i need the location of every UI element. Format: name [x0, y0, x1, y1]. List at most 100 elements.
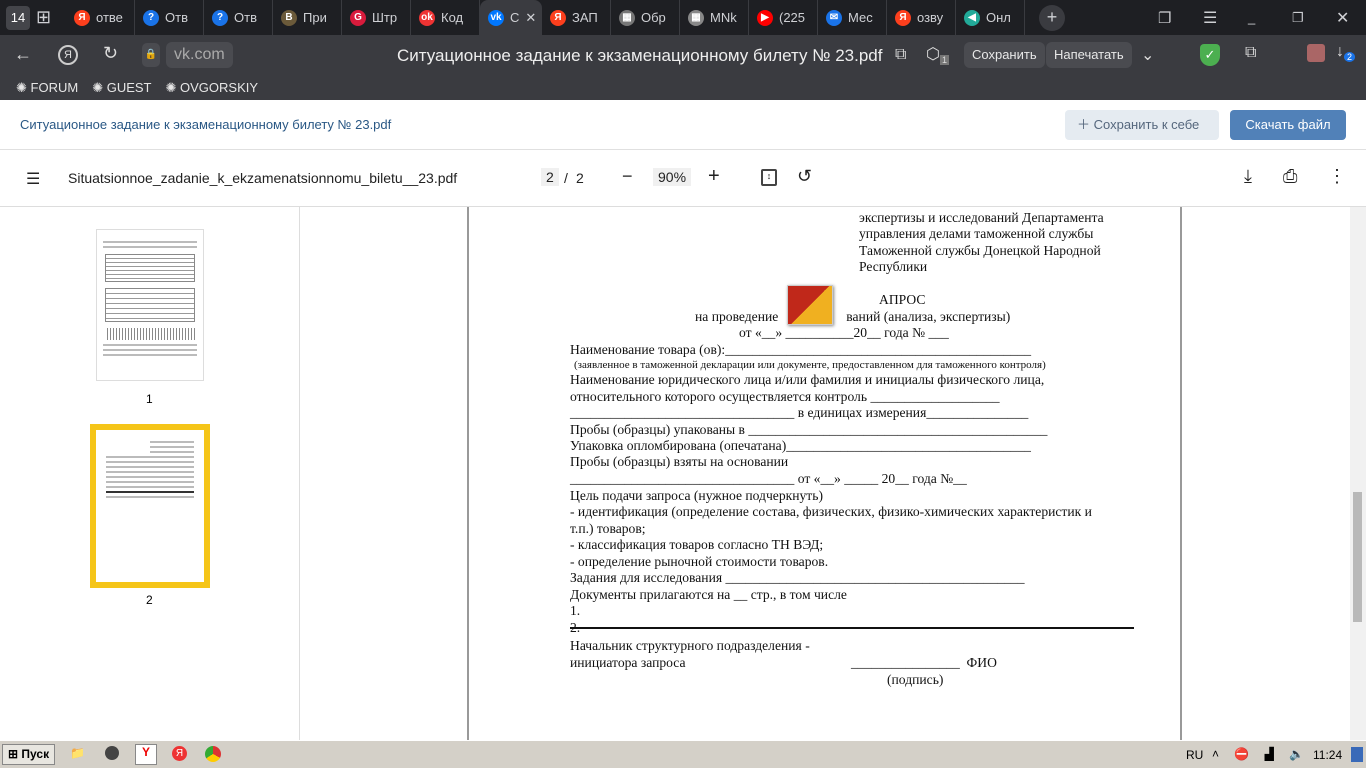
bookmark-label: GUEST — [106, 79, 152, 95]
bookmark-forum[interactable]: ✺ FORUM — [16, 80, 78, 96]
bookmark-ovgorskiy[interactable]: ✺ OVGORSKIY — [166, 80, 259, 96]
browser-tab[interactable]: ✉ Мес — [818, 0, 887, 35]
doc-title: Ситуационное задание к экзаменационному … — [20, 117, 392, 132]
tab-label: отве — [96, 10, 123, 25]
close-icon[interactable]: ✕ — [1336, 8, 1349, 28]
restore-icon[interactable]: ❐ — [1292, 10, 1304, 26]
reload-icon[interactable]: ↻ — [103, 43, 118, 64]
download-file-button[interactable]: Скачать файл — [1230, 110, 1346, 140]
document-line: 1. — [570, 603, 581, 618]
sidebar-menu-icon[interactable]: ☰ — [26, 169, 40, 189]
thumbnail-page-1[interactable] — [96, 229, 204, 381]
browser-tab[interactable]: Яозву — [887, 0, 956, 35]
thumbnail-page-2[interactable] — [90, 424, 210, 588]
extension-icon[interactable]: ⧉ — [1245, 44, 1256, 62]
print-button[interactable]: Напечатать — [1046, 42, 1132, 68]
save-button[interactable]: Сохранить — [964, 42, 1045, 68]
tab-favicon-icon: Я — [550, 9, 566, 26]
browser-tab[interactable]: ▦ Обр — [611, 0, 680, 35]
tab-copy-icon[interactable]: ⧉ — [895, 46, 906, 64]
tab-label: (225 — [779, 10, 806, 25]
language-indicator[interactable]: RU — [1186, 748, 1203, 762]
document-line: на проведение ваний (анализа, экспертизы… — [695, 309, 1011, 324]
zoom-in-icon[interactable]: + — [708, 165, 720, 188]
tab-bar: 14 ⊞ Яотве? Отв? Отв B При G Штр ok Код vk С ✕ Я ЗАП ▦… — [0, 0, 1366, 35]
document-line: _________________________________ от «__… — [570, 471, 967, 486]
print-icon[interactable]: ⎙ — [1283, 166, 1297, 187]
browser-tab[interactable]: ? Отв — [135, 0, 204, 35]
tab-favicon-icon: ? — [212, 9, 228, 26]
zoom-level-input[interactable]: 90% — [653, 168, 692, 186]
scrollbar[interactable] — [1350, 207, 1366, 740]
menu-icon[interactable]: ☰ — [1203, 8, 1217, 28]
browser-tab[interactable]: Яотве — [66, 0, 135, 35]
tab-label: озву — [917, 10, 944, 25]
page-title: Ситуационное задание к экзаменационному … — [397, 46, 883, 65]
browser-tab[interactable]: Я ЗАП — [542, 0, 611, 35]
download-icon[interactable]: ↓ 2 — [1336, 43, 1356, 63]
lock-icon[interactable]: 🔒 — [142, 43, 160, 67]
document-line: АПРОС — [879, 292, 926, 307]
save-to-self-button[interactable]: ＋ Сохранить к себе — [1065, 110, 1219, 140]
start-button[interactable]: ⊞ Пуск — [2, 744, 56, 765]
document-line: относительного которого осуществляется к… — [570, 389, 1000, 404]
tab-favicon-icon: G — [350, 9, 366, 26]
browser-tab[interactable]: ◀ Онл — [956, 0, 1025, 35]
rotate-icon[interactable]: ↺ — [797, 166, 812, 187]
bookmark-label: OVGORSKIY — [180, 79, 259, 95]
page-separator: / — [564, 170, 568, 186]
separator-line — [570, 627, 1134, 629]
more-options-icon[interactable]: ⋮ — [1328, 166, 1346, 187]
back-icon[interactable]: ← — [14, 44, 32, 65]
tab-favicon-icon: ok — [419, 9, 435, 26]
browser-tab[interactable]: ok Код — [411, 0, 480, 35]
tray-icons[interactable]: ˄ ⛔ ▟ 🔈 — [1212, 747, 1310, 761]
show-desktop-button[interactable] — [1351, 747, 1363, 762]
explorer-icon[interactable]: 📁 — [70, 746, 85, 760]
fit-page-icon[interactable]: ↕ — [761, 169, 777, 186]
total-pages: 2 — [576, 170, 584, 186]
document-line: т.п.) товаров; — [570, 521, 646, 536]
tab-label: ЗАП — [572, 10, 598, 25]
browser-tab[interactable]: ▦ MNk — [680, 0, 749, 35]
browser-tab[interactable]: G Штр — [342, 0, 411, 35]
profile-avatar[interactable] — [1307, 44, 1325, 62]
browser-tab[interactable]: ? Отв — [204, 0, 273, 35]
yandex-browser-icon[interactable]: Y — [135, 744, 157, 765]
vk-doc-header: Ситуационное задание к экзаменационному … — [0, 100, 1366, 150]
tab-label: Штр — [372, 10, 398, 25]
yandex-icon[interactable]: Я — [172, 746, 187, 761]
adguard-shield-icon[interactable]: ✓ — [1200, 44, 1220, 66]
app-icon[interactable] — [105, 746, 119, 760]
document-line: - идентификация (определение состава, фи… — [570, 504, 1092, 519]
bookmark-guest[interactable]: ✺ GUEST — [92, 80, 151, 96]
document-line: Наименование юридического лица и/или фам… — [570, 372, 1045, 387]
yandex-icon[interactable]: Я — [58, 45, 78, 65]
tab-favicon-icon: ? — [143, 9, 159, 26]
tab-count[interactable]: 14 — [6, 5, 30, 30]
page-number-input[interactable]: 2 — [541, 168, 559, 186]
url-field[interactable]: vk.com — [166, 42, 233, 68]
browser-tab[interactable]: vk С ✕ — [480, 0, 542, 35]
download-icon[interactable]: ⤓ — [1244, 166, 1252, 187]
bookmark-label: FORUM — [30, 79, 79, 95]
tab-label: Отв — [165, 10, 188, 25]
chevron-down-icon[interactable]: ⌄ — [1141, 45, 1154, 65]
browser-tab[interactable]: B При — [273, 0, 342, 35]
document-line: (подпись) — [887, 672, 944, 687]
bookmarks-icon[interactable]: ❐ — [1158, 9, 1171, 27]
minimize-icon[interactable]: _ — [1248, 10, 1255, 25]
document-line: 2. — [570, 620, 581, 635]
close-tab-icon[interactable]: ✕ — [525, 10, 536, 26]
document-line: - определение рыночной стоимости товаров… — [570, 554, 829, 569]
zoom-out-icon[interactable]: − — [622, 166, 633, 187]
new-tab-button[interactable]: + — [1039, 4, 1065, 31]
pdf-filename: Situatsionnoe_zadanie_k_ekzamenatsionnom… — [68, 170, 458, 186]
browser-tab[interactable]: ▶ (225 — [749, 0, 818, 35]
new-tab-group-icon[interactable]: ⊞ — [36, 7, 66, 28]
tab-label: Обр — [641, 10, 666, 25]
clock[interactable]: 11:24 — [1313, 748, 1342, 762]
pdf-toolbar: ☰ Situatsionnoe_zadanie_k_ekzamenatsionn… — [0, 150, 1366, 207]
chrome-icon[interactable] — [205, 746, 221, 762]
protect-icon[interactable]: ⬡ 1 — [926, 44, 949, 66]
